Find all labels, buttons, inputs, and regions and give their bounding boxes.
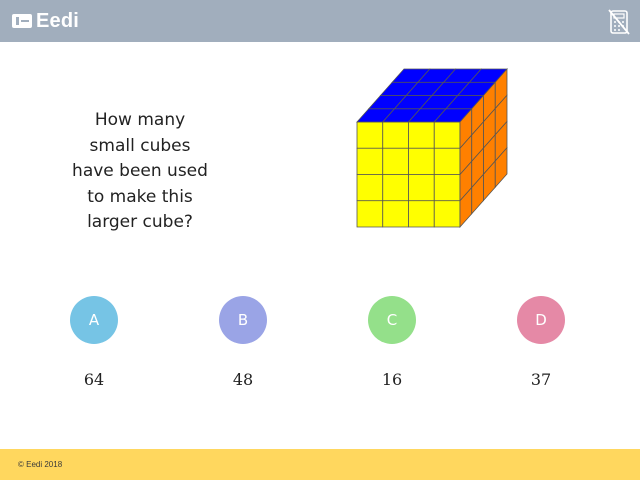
cube-front-cell	[382, 147, 409, 175]
eedi-logo[interactable]: Eedi	[12, 10, 79, 32]
answer-circle-d[interactable]: D	[517, 296, 565, 344]
cube-front-cell	[408, 147, 435, 175]
logo-text: Eedi	[36, 10, 80, 32]
question-text: How many small cubes have been used to m…	[72, 110, 208, 232]
cube-front-cell	[408, 121, 435, 149]
answer-circle-a[interactable]: A	[70, 296, 118, 344]
cube-front-cell	[408, 200, 435, 228]
answer-letter-b: B	[237, 311, 249, 329]
footer-bar: © Eedi 2018	[0, 449, 640, 480]
cube-front-cell	[433, 121, 461, 149]
cube-front-cell	[433, 147, 461, 175]
cube-front-cell	[433, 200, 461, 228]
cube-front-cell	[433, 174, 461, 202]
answer-letter-d: D	[535, 311, 547, 329]
cube-front-cell	[356, 147, 384, 175]
answer-value-a: 64	[83, 370, 105, 389]
answer-circle-b[interactable]: B	[219, 296, 267, 344]
answer-circle-c[interactable]: C	[368, 296, 416, 344]
answer-value-d: 37	[530, 370, 552, 389]
eedi-logo-icon	[12, 14, 32, 28]
answer-letter-a: A	[88, 311, 100, 329]
answer-option-a[interactable]: A 64	[70, 296, 118, 389]
cube-front-cell	[382, 200, 409, 228]
answer-value-b: 48	[232, 370, 254, 389]
cube-front-cell	[408, 174, 435, 202]
answer-letter-c: C	[386, 311, 398, 329]
answer-option-c[interactable]: C 16	[368, 296, 416, 389]
header-bar: Eedi	[0, 0, 640, 42]
answer-value-c: 16	[381, 370, 403, 389]
answer-option-b[interactable]: B 48	[219, 296, 267, 389]
cube-front-cell	[356, 121, 384, 149]
answer-option-d[interactable]: D 37	[517, 296, 565, 389]
calculator-disabled-icon[interactable]	[606, 9, 632, 35]
cube-front-cell	[356, 200, 384, 228]
cube-front-cell	[356, 174, 384, 202]
cube-image	[350, 62, 520, 237]
copyright-text: © Eedi 2018	[18, 460, 63, 469]
cube-front-cell	[382, 121, 409, 149]
cube-front-cell	[382, 174, 409, 202]
